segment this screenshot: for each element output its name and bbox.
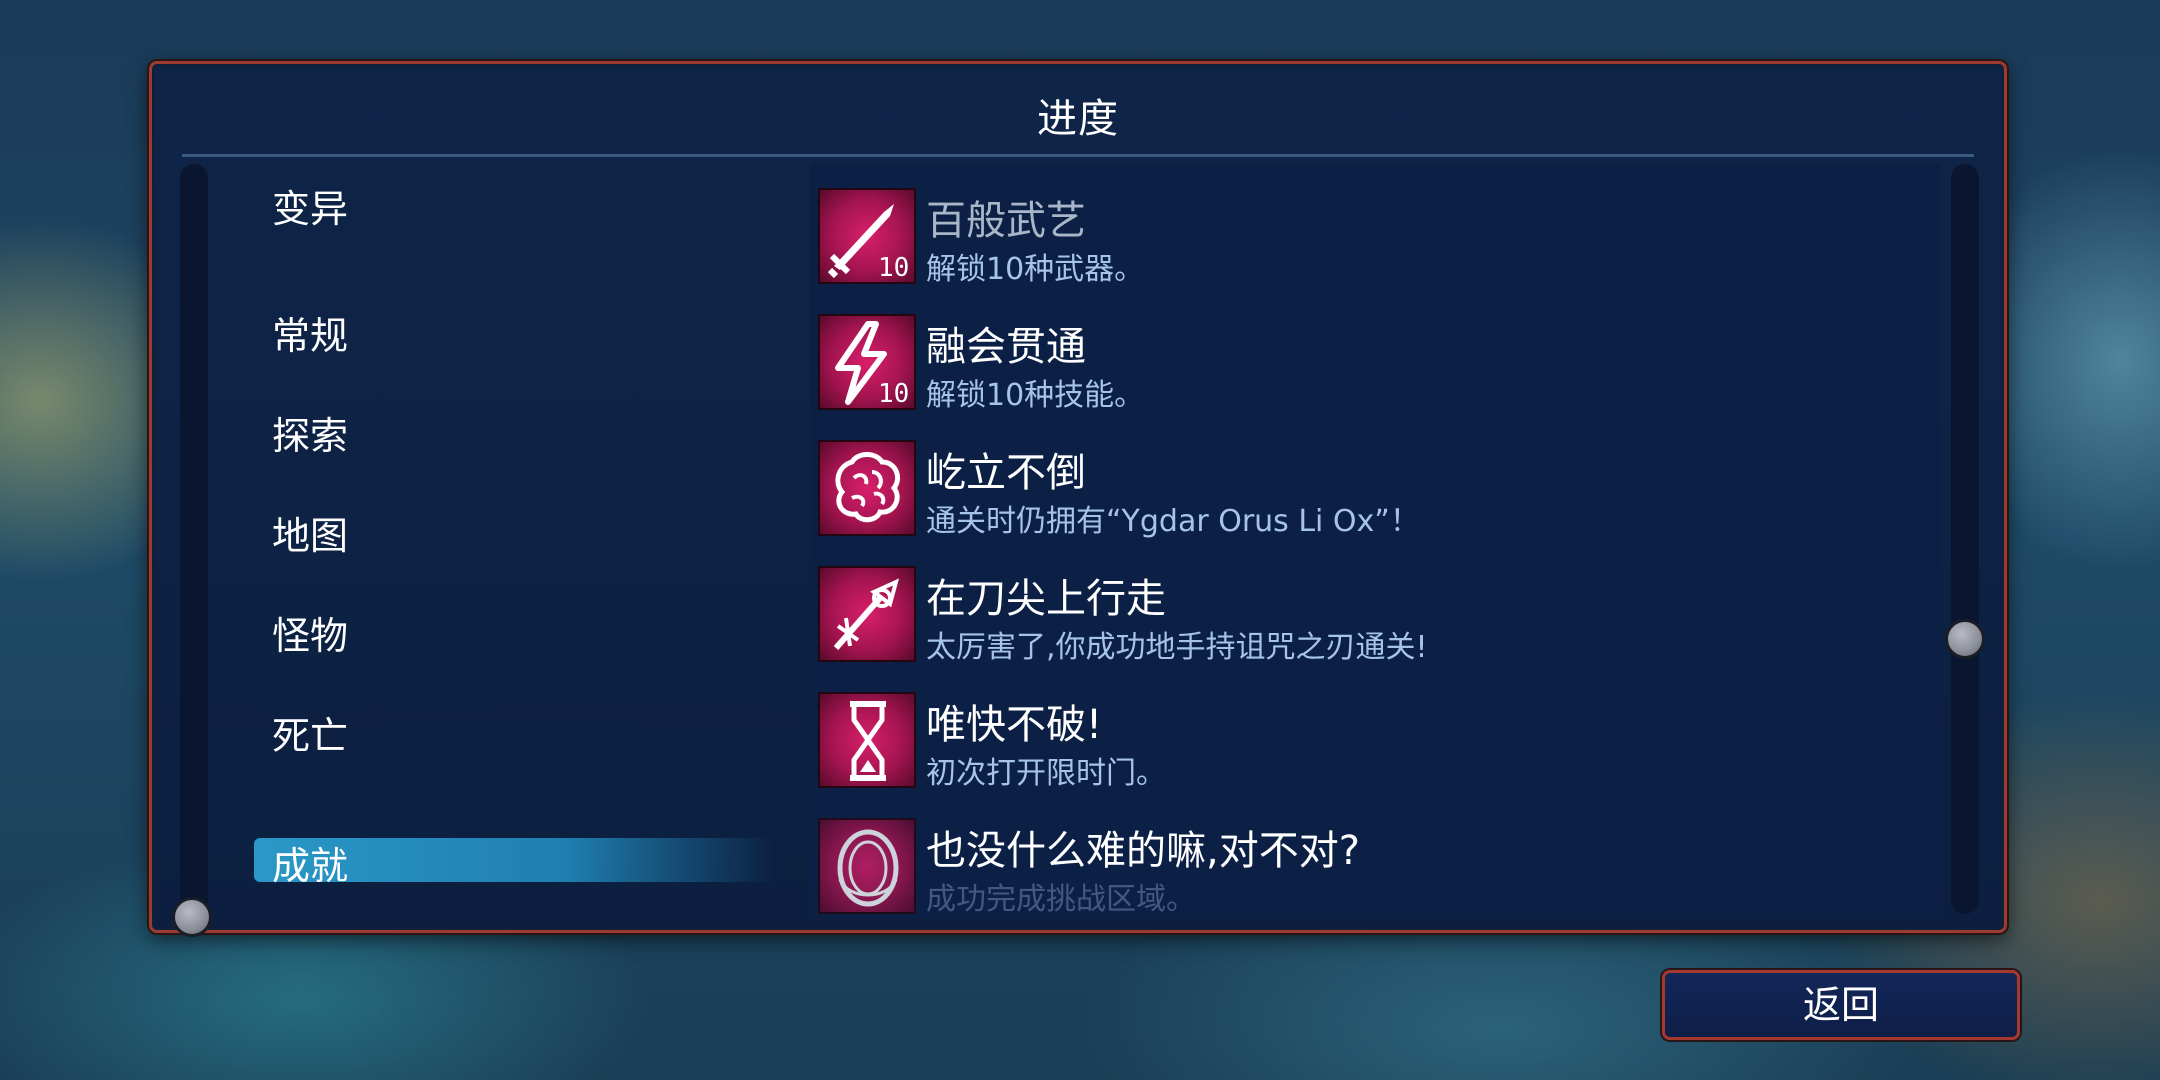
achievement-desc: 通关时仍拥有“Ygdar Orus Li Ox”！: [926, 504, 1420, 539]
panel-title: 进度: [1037, 96, 1119, 142]
achievement-list: 10 百般武艺 解锁10种武器。 10 融会贯通 解锁10种技能。 屹立不倒 通…: [810, 164, 1940, 918]
achievement-item[interactable]: 也没什么难的嘛,对不对? 成功完成挑战区域。: [818, 818, 1918, 918]
achievement-desc: 太厉害了,你成功地手持诅咒之刃通关!: [926, 630, 1428, 665]
achievement-name: 也没什么难的嘛,对不对?: [926, 828, 1360, 874]
category-item-achievements[interactable]: 成就: [272, 835, 348, 890]
achievement-desc: 解锁10种技能。: [926, 378, 1145, 413]
category-item-map[interactable]: 地图: [272, 505, 348, 560]
progress-panel: 进度 变异 常规 探索 地图 怪物 死亡 成就 10 百般武艺 解锁10种武器。: [149, 61, 2007, 937]
category-item-monsters[interactable]: 怪物: [272, 605, 348, 660]
achievement-item[interactable]: 10 百般武艺 解锁10种武器。: [818, 188, 1918, 288]
category-item-general[interactable]: 常规: [272, 305, 348, 360]
hourglass-icon: [818, 692, 916, 788]
achievement-desc: 解锁10种武器。: [926, 252, 1145, 287]
title-divider: [182, 154, 1974, 157]
achievement-item[interactable]: 屹立不倒 通关时仍拥有“Ygdar Orus Li Ox”！: [818, 440, 1918, 540]
achievement-item[interactable]: 在刀尖上行走 太厉害了,你成功地手持诅咒之刃通关!: [818, 566, 1918, 666]
cursed-blade-icon: [818, 566, 916, 662]
achievement-scrollbar-thumb[interactable]: [1945, 619, 1985, 659]
achievement-name: 在刀尖上行走: [926, 576, 1166, 622]
achievement-desc: 成功完成挑战区域。: [926, 882, 1196, 917]
achievement-desc: 初次打开限时门。: [926, 756, 1166, 791]
category-item-mutations[interactable]: 变异: [272, 178, 348, 233]
sword-10-icon: 10: [818, 188, 916, 284]
category-scrollbar-track[interactable]: [180, 164, 208, 914]
category-item-deaths[interactable]: 死亡: [272, 705, 348, 760]
sword-badge: 10: [878, 253, 909, 283]
ring-portal-icon: [818, 818, 916, 914]
back-button[interactable]: 返回: [1662, 970, 2020, 1040]
achievement-name: 百般武艺: [926, 198, 1086, 244]
category-scrollbar-thumb[interactable]: [172, 897, 212, 937]
achievement-scrollbar-track[interactable]: [1951, 164, 1979, 914]
brain-icon: [818, 440, 916, 536]
lightning-10-icon: 10: [818, 314, 916, 410]
lightning-badge: 10: [878, 379, 909, 409]
achievement-name: 唯快不破!: [926, 702, 1103, 748]
achievement-name: 屹立不倒: [926, 450, 1086, 496]
achievement-item[interactable]: 唯快不破! 初次打开限时门。: [818, 692, 1918, 792]
achievement-name: 融会贯通: [926, 324, 1086, 370]
category-item-exploration[interactable]: 探索: [272, 405, 348, 460]
achievement-item[interactable]: 10 融会贯通 解锁10种技能。: [818, 314, 1918, 414]
